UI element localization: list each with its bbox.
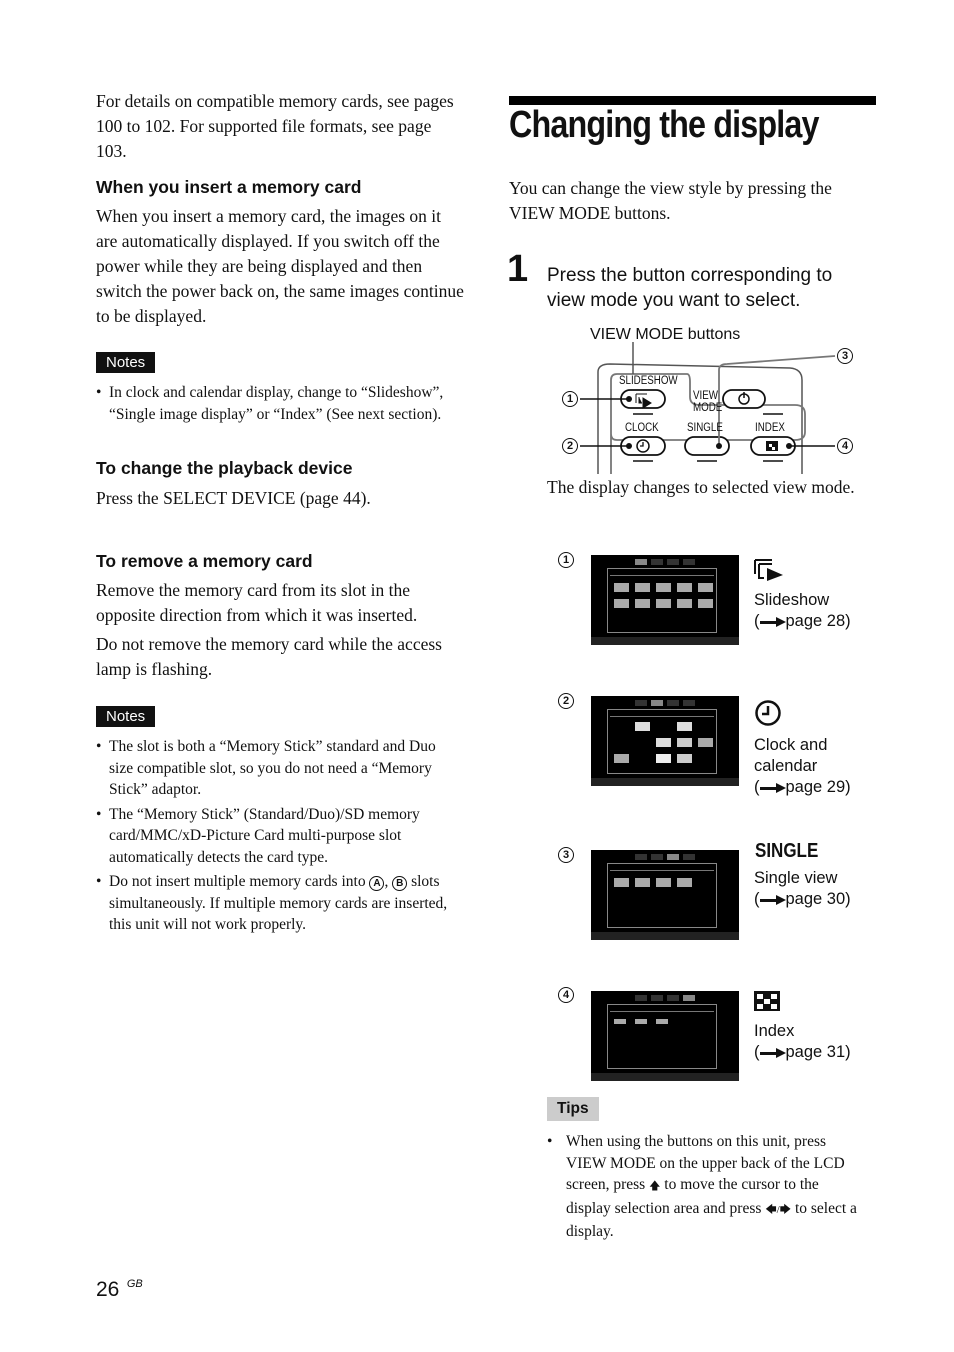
- note-text: Do not insert multiple memory cards into: [109, 873, 366, 890]
- note-item: The “Memory Stick” (Standard/Duo)/SD mem…: [96, 804, 461, 869]
- remote-diagram: SLIDESHOW VIEW MODE CLOCK SINGLE INDEX 1…: [555, 342, 865, 474]
- page-ref-link[interactable]: (page 29): [754, 777, 851, 798]
- slideshow-button-label: SLIDESHOW: [619, 375, 678, 387]
- page-ref: page 30): [785, 890, 851, 908]
- notes-list-2: The slot is both a “Memory Stick” standa…: [96, 736, 461, 939]
- callout-1: 1: [562, 391, 578, 407]
- callout-2: 2: [562, 438, 578, 454]
- page-ref: page 28): [785, 612, 851, 630]
- mode-num-1: 1: [558, 552, 574, 568]
- notes-badge: Notes: [96, 352, 156, 373]
- page-title: Changing the display: [509, 104, 819, 146]
- screen-single: [591, 850, 739, 940]
- heading-remove-card: To remove a memory card: [96, 551, 313, 571]
- page-ref-link[interactable]: (page 28): [754, 611, 851, 632]
- page-ref: page 29): [785, 778, 851, 796]
- clock-button-label: CLOCK: [625, 422, 659, 434]
- page-number: 26: [96, 1278, 120, 1301]
- view-mode-label: VIEW MODE: [693, 390, 722, 414]
- tips-section: Tips: [547, 1097, 599, 1121]
- mode-single-label: Single view (page 30): [754, 868, 851, 910]
- clock-icon: [755, 700, 781, 726]
- mode-name: Slideshow: [754, 591, 830, 609]
- change-device-body: Press the SELECT DEVICE (page 44).: [96, 488, 371, 508]
- arrow-icon: [759, 1047, 786, 1058]
- note-item: The slot is both a “Memory Stick” standa…: [96, 736, 461, 801]
- page-footer: 26 GB: [96, 1278, 143, 1302]
- tips-badge: Tips: [547, 1097, 599, 1121]
- mode-num-4: 4: [558, 987, 574, 1003]
- page-ref-link[interactable]: (page 30): [754, 889, 851, 910]
- mode-slideshow-label: Slideshow (page 28): [754, 590, 851, 632]
- mode-name: calendar: [754, 757, 818, 775]
- result-text: The display changes to selected view mod…: [547, 477, 855, 497]
- note-item: Do not insert multiple memory cards into…: [96, 871, 461, 936]
- screen-slideshow: [591, 555, 739, 645]
- right-intro: You can change the view style by pressin…: [509, 178, 832, 223]
- mode-num-2: 2: [558, 693, 574, 709]
- single-icon-text: SINGLE: [755, 840, 819, 862]
- callout-3: 3: [837, 348, 853, 364]
- mode-index-label: Index (page 31): [754, 1021, 851, 1063]
- index-button-label: INDEX: [755, 422, 785, 434]
- arrow-icon: [759, 782, 786, 793]
- intro-paragraph: For details on compatible memory cards, …: [96, 91, 454, 161]
- screen-clock: [591, 696, 739, 786]
- region-code: GB: [126, 1278, 143, 1290]
- mode-clock-label: Clock and calendar (page 29): [754, 735, 851, 798]
- heading-insert-card: When you insert a memory card: [96, 177, 362, 197]
- step-text: Press the button corresponding to view m…: [547, 265, 833, 311]
- tips-list: When using the buttons on this unit, pre…: [547, 1131, 862, 1246]
- arrow-icon: [759, 616, 786, 627]
- remove-card-body-2: Do not remove the memory card while the …: [96, 634, 442, 679]
- left-right-arrow-icon: 🡄/🡆: [765, 1203, 792, 1216]
- up-arrow-icon: 🡅: [649, 1180, 661, 1192]
- page-ref-link[interactable]: (page 31): [754, 1042, 851, 1063]
- notes-section-2: Notes: [96, 706, 156, 727]
- tip-item: When using the buttons on this unit, pre…: [547, 1131, 862, 1243]
- page-ref: page 31): [785, 1043, 851, 1061]
- insert-card-body: When you insert a memory card, the image…: [96, 206, 464, 326]
- mode-name: Single view: [754, 869, 838, 887]
- arrow-icon: [759, 894, 786, 905]
- heading-change-device: To change the playback device: [96, 458, 353, 478]
- callout-4: 4: [837, 438, 853, 454]
- mode-name: Index: [754, 1022, 795, 1040]
- screen-index: [591, 991, 739, 1081]
- slideshow-icon: [754, 559, 783, 581]
- notes-badge: Notes: [96, 706, 156, 727]
- index-icon: [754, 991, 780, 1011]
- note-item: In clock and calendar display, change to…: [96, 382, 456, 425]
- slot-a-icon: A: [369, 876, 385, 892]
- view-mode-label-line: MODE: [693, 402, 723, 414]
- single-button[interactable]: [684, 436, 730, 456]
- step-number: 1: [507, 248, 529, 290]
- view-mode-label-line: VIEW: [693, 390, 718, 402]
- mode-num-3: 3: [558, 847, 574, 863]
- mode-name: Clock and: [754, 736, 828, 754]
- single-button-label: SINGLE: [687, 422, 723, 434]
- slot-b-icon: B: [392, 876, 408, 892]
- notes-list-1: In clock and calendar display, change to…: [96, 382, 456, 428]
- notes-section-1: Notes: [96, 352, 156, 373]
- remove-card-body-1: Remove the memory card from its slot in …: [96, 580, 418, 625]
